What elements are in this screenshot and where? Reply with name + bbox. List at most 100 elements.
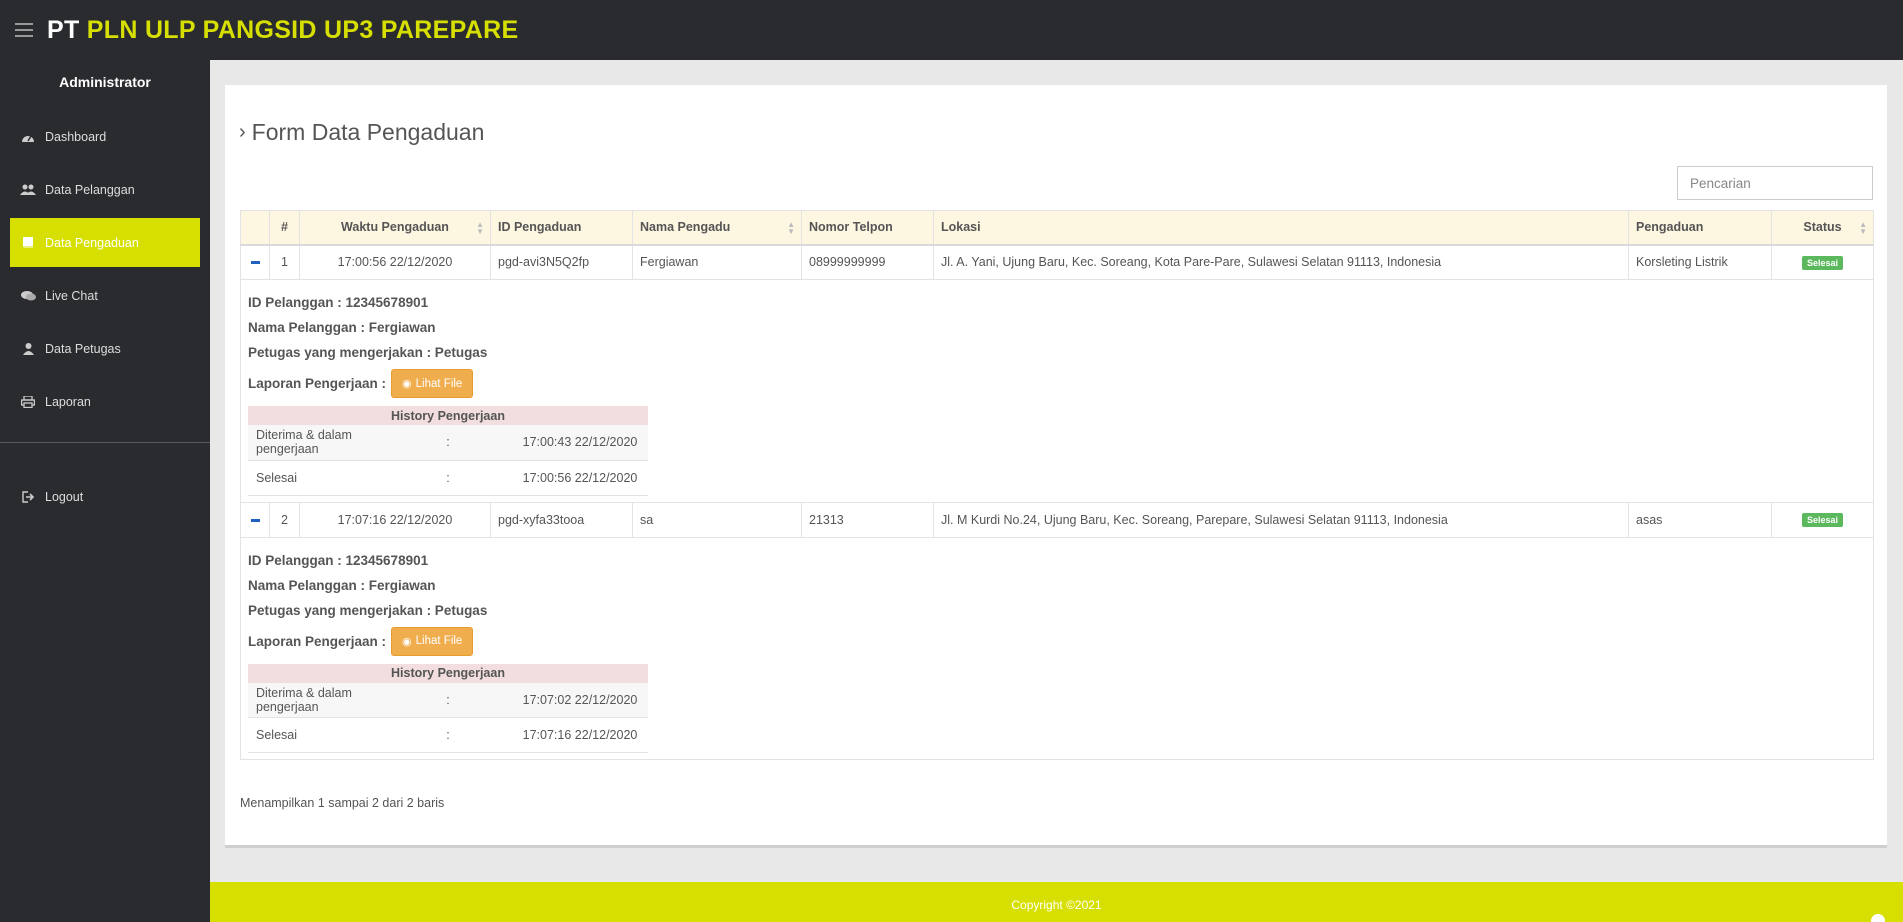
cell-status: Selesai	[1771, 244, 1874, 280]
sidebar-item-label: Data Pengaduan	[45, 235, 139, 250]
header-telpon[interactable]: Nomor Telpon	[801, 210, 934, 246]
history-table: History Pengerjaan Diterima & dalam peng…	[248, 663, 648, 753]
detail-petugas: Petugas yang mengerjakan : Petugas	[248, 345, 488, 360]
history-time: 17:07:16 22/12/2020	[514, 717, 648, 753]
detail-id-pelanggan: ID Pelanggan : 12345678901	[248, 295, 429, 310]
history-label: Selesai	[248, 717, 382, 753]
history-table: History Pengerjaan Diterima & dalam peng…	[248, 406, 648, 496]
cell-telpon: 21313	[801, 501, 934, 538]
cell-telpon: 08999999999	[801, 244, 934, 280]
history-label: Selesai	[248, 460, 382, 496]
user-icon	[20, 342, 36, 355]
table-row: 1 17:00:56 22/12/2020 pgd-avi3N5Q2fp Fer…	[240, 244, 1874, 280]
minus-icon	[250, 518, 260, 522]
table-info: Menampilkan 1 sampai 2 dari 2 baris	[240, 796, 445, 810]
detail-laporan: Laporan Pengerjaan : ◉ Lihat File	[248, 626, 1866, 656]
users-icon	[20, 184, 36, 196]
cell-id: pgd-avi3N5Q2fp	[490, 244, 633, 280]
header-no[interactable]: #	[269, 210, 300, 246]
header-status[interactable]: Status ▲ ▼	[1771, 210, 1874, 246]
page-title-text: Form Data Pengaduan	[251, 119, 485, 145]
header-expand	[240, 210, 270, 246]
dashboard-icon	[20, 131, 36, 143]
lihat-file-label: Lihat File	[415, 635, 463, 647]
history-title: History Pengerjaan	[248, 406, 648, 425]
pengaduan-table-wrapper: # Waktu Pengaduan ▲ ▼ ID Pengaduan Nama Pe…	[240, 210, 1874, 760]
history-sep: :	[381, 460, 515, 496]
header-status-label: Status	[1803, 220, 1842, 235]
header-id[interactable]: ID Pengaduan	[490, 210, 633, 246]
history-label: Diterima & dalam pengerjaan	[248, 682, 382, 718]
table-header-row: # Waktu Pengaduan ▲ ▼ ID Pengaduan Nama Pe…	[240, 210, 1874, 246]
lihat-file-button[interactable]: ◉ Lihat File	[391, 369, 474, 398]
sidebar-item-data-pengaduan[interactable]: Data Pengaduan	[10, 218, 200, 267]
sign-out-icon	[20, 490, 36, 503]
chevron-right-icon: ›	[239, 121, 246, 143]
sidebar-item-data-pelanggan[interactable]: Data Pelanggan	[10, 165, 200, 214]
row-collapse-button[interactable]	[240, 501, 270, 538]
cell-lokasi: Jl. M Kurdi No.24, Ujung Baru, Kec. Sore…	[933, 501, 1629, 538]
table-row: 2 17:07:16 22/12/2020 pgd-xyfa33tooa sa …	[240, 501, 1874, 538]
cell-pengaduan: asas	[1628, 501, 1772, 538]
detail-laporan-label: Laporan Pengerjaan :	[248, 633, 387, 649]
status-badge: Selesai	[1801, 513, 1844, 527]
history-time: 17:07:02 22/12/2020	[514, 682, 648, 718]
sidebar: Administrator Dashboard Data Pelanggan D…	[0, 60, 210, 922]
header-nama[interactable]: Nama Pengadu ▲ ▼	[632, 210, 802, 246]
pengaduan-table: # Waktu Pengaduan ▲ ▼ ID Pengaduan Nama Pe…	[240, 210, 1874, 760]
detail-id-pelanggan: ID Pelanggan : 12345678901	[248, 552, 429, 568]
sidebar-item-data-petugas[interactable]: Data Petugas	[10, 324, 200, 373]
sidebar-item-label: Data Petugas	[45, 341, 121, 356]
comments-icon	[20, 290, 36, 302]
sidebar-title: Administrator	[59, 74, 151, 90]
eye-icon: ◉	[402, 635, 412, 648]
minus-icon	[250, 261, 260, 265]
status-badge: Selesai	[1801, 255, 1844, 270]
sort-icon: ▲ ▼	[787, 220, 795, 236]
history-label: Diterima & dalam pengerjaan	[248, 425, 382, 461]
lihat-file-button[interactable]: ◉ Lihat File	[391, 626, 474, 656]
cell-id: pgd-xyfa33tooa	[490, 501, 633, 538]
header-lokasi[interactable]: Lokasi	[933, 210, 1629, 246]
sidebar-item-laporan[interactable]: Laporan	[10, 377, 200, 426]
detail-petugas: Petugas yang mengerjakan : Petugas	[248, 602, 488, 618]
sidebar-item-logout[interactable]: Logout	[10, 472, 200, 521]
cell-pengaduan: Korsleting Listrik	[1628, 244, 1772, 280]
cell-no: 2	[269, 501, 300, 538]
cell-lokasi: Jl. A. Yani, Ujung Baru, Kec. Soreang, K…	[933, 244, 1629, 280]
row-collapse-button[interactable]	[240, 244, 270, 280]
search-input[interactable]	[1677, 166, 1873, 200]
cell-nama: Fergiawan	[632, 244, 802, 280]
history-sep: :	[381, 682, 515, 718]
detail-nama-pelanggan: Nama Pelanggan : Fergiawan	[248, 577, 436, 593]
table-row-detail: ID Pelanggan : 12345678901 Nama Pelangga…	[240, 279, 1874, 503]
brand-title: PT PLN ULP PANGSID UP3 PAREPARE	[47, 16, 518, 45]
history-row: Selesai : 17:07:16 22/12/2020	[248, 717, 648, 753]
history-row: Diterima & dalam pengerjaan : 17:07:02 2…	[248, 682, 648, 718]
hamburger-menu-icon[interactable]	[15, 23, 33, 37]
sidebar-item-live-chat[interactable]: Live Chat	[10, 271, 200, 320]
cell-nama: sa	[632, 501, 802, 538]
scroll-top-button[interactable]	[1871, 914, 1885, 922]
sidebar-item-label: Dashboard	[45, 129, 107, 144]
sidebar-item-dashboard[interactable]: Dashboard	[10, 112, 200, 161]
brand-name: PLN ULP PANGSID UP3 PAREPARE	[86, 15, 519, 44]
sidebar-divider	[0, 442, 210, 472]
sort-icon: ▲ ▼	[476, 220, 484, 236]
header-waktu[interactable]: Waktu Pengaduan ▲ ▼	[299, 210, 491, 246]
sort-icon: ▲ ▼	[1859, 220, 1867, 236]
book-icon	[20, 236, 36, 249]
table-row-detail: ID Pelanggan : 12345678901 Nama Pelangga…	[240, 536, 1874, 760]
header-nama-label: Nama Pengadu	[640, 220, 731, 235]
footer: Copyright ©2021	[210, 882, 1903, 922]
header-pengaduan[interactable]: Pengaduan	[1628, 210, 1772, 246]
header-waktu-label: Waktu Pengaduan	[341, 220, 449, 235]
history-row: Diterima & dalam pengerjaan : 17:00:43 2…	[248, 425, 648, 461]
cell-waktu: 17:00:56 22/12/2020	[299, 244, 491, 280]
sidebar-item-label: Data Pelanggan	[45, 182, 135, 197]
eye-icon: ◉	[402, 378, 412, 390]
brand-pt: PT	[47, 15, 80, 44]
cell-status: Selesai	[1771, 501, 1874, 538]
cell-waktu: 17:07:16 22/12/2020	[299, 501, 491, 538]
cell-no: 1	[269, 244, 300, 280]
